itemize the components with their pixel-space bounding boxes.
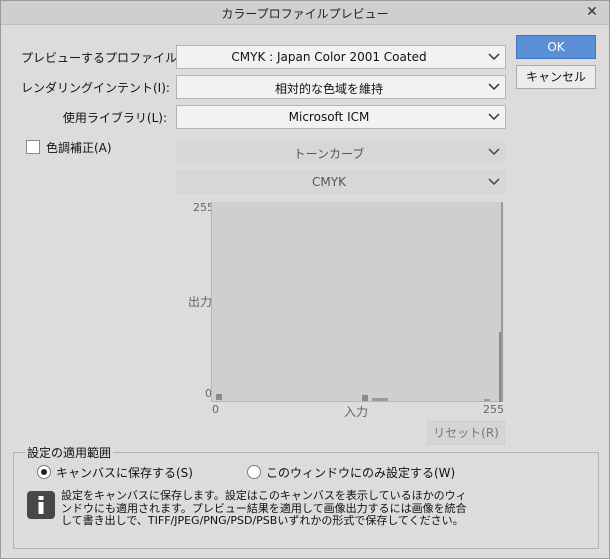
close-icon[interactable]: ✕	[583, 3, 601, 21]
info-icon	[27, 491, 55, 519]
curve-type-value: トーンカーブ	[293, 147, 365, 161]
reset-button[interactable]: リセット(R)	[427, 421, 505, 445]
curve-point[interactable]	[362, 395, 368, 401]
title-bar: カラープロファイルプレビュー ✕	[1, 1, 609, 25]
chevron-down-icon	[488, 83, 500, 91]
graph-x-label: 入力	[344, 405, 369, 419]
curve-point	[484, 399, 490, 401]
rendering-intent-label: レンダリングインテント(I):	[21, 81, 170, 95]
graph-x-min: 0	[212, 403, 219, 416]
library-value: Microsoft ICM	[288, 110, 370, 124]
color-correction-checkbox[interactable]	[26, 140, 40, 154]
curve-point	[380, 398, 388, 401]
curve-point[interactable]	[216, 394, 222, 400]
channel-value: CMYK	[312, 175, 346, 189]
channel-select[interactable]: CMYK	[176, 170, 506, 194]
preview-profile-select[interactable]: CMYK : Japan Color 2001 Coated	[176, 45, 506, 69]
window-only-label[interactable]: このウィンドウにのみ設定する(W)	[266, 464, 455, 481]
info-line: 設定をキャンバスに保存します。設定はこのキャンバスを表示しているほかのウィ	[61, 489, 467, 502]
info-line: して書き出しで、TIFF/JPEG/PNG/PSD/PSBいずれかの形式で保存し…	[61, 514, 464, 527]
color-profile-preview-dialog: カラープロファイルプレビュー ✕ プレビューするプロファイル(C): CMYK …	[0, 0, 610, 559]
radio-selected-dot	[41, 469, 47, 475]
window-title: カラープロファイルプレビュー	[221, 7, 389, 21]
tone-curve-graph[interactable]	[211, 202, 503, 402]
chevron-down-icon	[488, 53, 500, 61]
window-only-radio[interactable]	[247, 465, 261, 479]
library-select[interactable]: Microsoft ICM	[176, 105, 506, 129]
chevron-down-icon	[488, 113, 500, 121]
chevron-down-icon	[488, 178, 500, 186]
save-to-canvas-radio[interactable]	[37, 465, 51, 479]
ok-button[interactable]: OK	[516, 35, 596, 59]
curve-edge-line	[501, 202, 503, 402]
cancel-button[interactable]: キャンセル	[516, 65, 596, 89]
rendering-intent-select[interactable]: 相対的な色域を維持	[176, 75, 506, 99]
preview-profile-value: CMYK : Japan Color 2001 Coated	[231, 50, 427, 64]
preview-profile-label: プレビューするプロファイル(C):	[21, 51, 199, 65]
curve-edge-shadow	[499, 332, 501, 402]
rendering-intent-value: 相対的な色域を維持	[274, 82, 383, 96]
info-glyph	[38, 496, 44, 514]
save-to-canvas-label[interactable]: キャンバスに保存する(S)	[56, 464, 193, 481]
chevron-down-icon	[488, 148, 500, 156]
graph-y-label: 出力	[188, 295, 213, 309]
curve-point	[372, 398, 380, 401]
apply-scope-title: 設定の適用範囲	[25, 444, 114, 461]
tone-curve-canvas	[216, 202, 503, 402]
color-correction-label[interactable]: 色調補正(A)	[46, 139, 112, 156]
curve-type-select[interactable]: トーンカーブ	[176, 140, 506, 164]
scope-info-text: 設定をキャンバスに保存します。設定はこのキャンバスを表示しているほかのウィ ンド…	[61, 489, 581, 528]
library-label: 使用ライブラリ(L):	[62, 111, 167, 125]
graph-x-max: 255	[483, 403, 504, 416]
